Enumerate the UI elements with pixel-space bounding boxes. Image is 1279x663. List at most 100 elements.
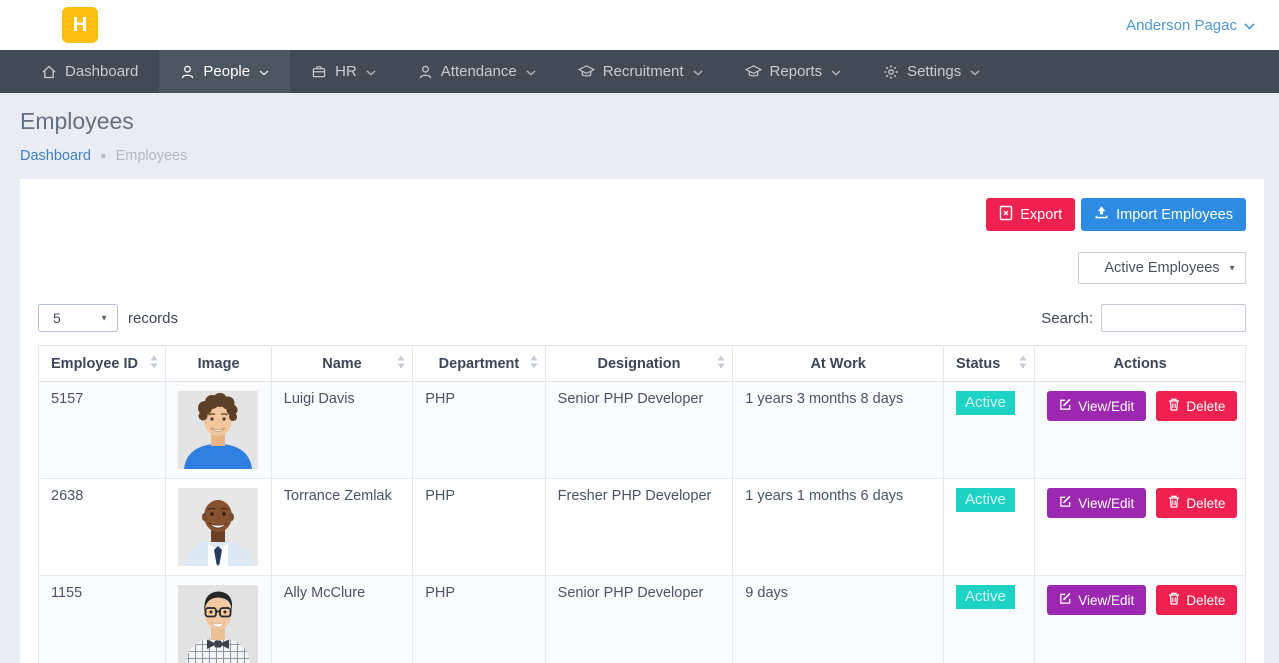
status-badge: Active: [956, 488, 1015, 512]
nav-item-reports[interactable]: Reports: [724, 50, 863, 93]
people-icon: [180, 64, 195, 80]
nav-item-dashboard[interactable]: Dashboard: [20, 50, 159, 93]
nav-item-attendance[interactable]: Attendance: [397, 50, 557, 93]
employee-actions-cell: View/Edit Delete: [1035, 479, 1246, 576]
employee-id-cell: 1155: [39, 576, 166, 663]
sort-icon: [1019, 355, 1027, 372]
chevron-down-icon: [258, 63, 269, 80]
nav-item-label: Dashboard: [65, 63, 138, 80]
reports-icon: [745, 64, 762, 79]
column-header-name[interactable]: Name: [271, 346, 412, 382]
column-header-department[interactable]: Department: [413, 346, 545, 382]
breadcrumb-separator: ●: [100, 150, 107, 162]
trash-icon: [1168, 592, 1180, 608]
employee-photo: [178, 488, 258, 566]
column-label: Status: [956, 356, 1000, 372]
view-edit-button[interactable]: View/Edit: [1047, 585, 1146, 615]
employee-designation-cell: Senior PHP Developer: [545, 382, 733, 479]
view-edit-button[interactable]: View/Edit: [1047, 488, 1146, 518]
view-edit-button[interactable]: View/Edit: [1047, 391, 1146, 421]
nav-item-hr[interactable]: HR: [290, 50, 397, 93]
employee-filter-select[interactable]: Active Employees ▼: [1078, 252, 1246, 284]
employee-designation-cell: Fresher PHP Developer: [545, 479, 733, 576]
topbar: H Anderson Pagac: [0, 0, 1279, 50]
chevron-down-icon: [830, 63, 841, 80]
employee-photo: [178, 585, 258, 663]
employee-department-cell: PHP: [413, 382, 545, 479]
employee-name-cell: Ally McClure: [271, 576, 412, 663]
nav-item-recruitment[interactable]: Recruitment: [557, 50, 724, 93]
briefcase-icon: [311, 64, 327, 79]
delete-button[interactable]: Delete: [1156, 391, 1237, 421]
edit-icon: [1059, 592, 1072, 608]
breadcrumb-dashboard-link[interactable]: Dashboard: [20, 148, 91, 164]
breadcrumb: Dashboard ● Employees: [20, 148, 1259, 164]
sort-icon: [530, 355, 538, 372]
search-input[interactable]: [1101, 304, 1246, 332]
column-header-status[interactable]: Status: [943, 346, 1034, 382]
filter-row: Active Employees ▼: [38, 252, 1246, 284]
status-badge: Active: [956, 391, 1015, 415]
chevron-down-icon: [1244, 17, 1255, 34]
status-badge: Active: [956, 585, 1015, 609]
employees-table: Employee ID Image Name Department Designatio…: [38, 345, 1246, 663]
table-row: 2638 Torrance Zemlak PHP Fresher PHP Dev…: [39, 479, 1246, 576]
breadcrumb-current: Employees: [116, 148, 188, 164]
nav-item-label: Reports: [770, 63, 823, 80]
edit-icon: [1059, 398, 1072, 414]
column-label: Name: [322, 356, 362, 372]
column-header-designation[interactable]: Designation: [545, 346, 733, 382]
export-button[interactable]: Export: [986, 198, 1075, 231]
page-title: Employees: [20, 108, 1259, 135]
employee-department-cell: PHP: [413, 576, 545, 663]
employee-image-cell: [166, 382, 271, 479]
employee-actions-cell: View/Edit Delete: [1035, 382, 1246, 479]
employee-atwork-cell: 1 years 3 months 8 days: [733, 382, 944, 479]
employee-atwork-cell: 1 years 1 months 6 days: [733, 479, 944, 576]
app-logo[interactable]: H: [62, 7, 98, 43]
column-header-image: Image: [166, 346, 271, 382]
employee-actions-cell: View/Edit Delete: [1035, 576, 1246, 663]
records-per-page-select[interactable]: 5 ▼: [38, 304, 118, 332]
employee-name-cell: Luigi Davis: [271, 382, 412, 479]
select-caret-icon: ▼: [100, 314, 108, 323]
settings-icon: [883, 64, 899, 80]
nav-item-label: Attendance: [441, 63, 517, 80]
employee-image-cell: [166, 576, 271, 663]
export-button-label: Export: [1020, 207, 1062, 223]
nav-item-label: HR: [335, 63, 357, 80]
employee-image-cell: [166, 479, 271, 576]
column-label: Department: [439, 356, 520, 372]
nav-item-label: Recruitment: [603, 63, 684, 80]
user-menu[interactable]: Anderson Pagac: [1126, 0, 1255, 50]
chevron-down-icon: [365, 63, 376, 80]
trash-icon: [1168, 398, 1180, 414]
chevron-down-icon: [692, 63, 703, 80]
table-row: 5157 Luigi Davis PHP Senior PHP Develope…: [39, 382, 1246, 479]
employee-id-cell: 2638: [39, 479, 166, 576]
trash-icon: [1168, 495, 1180, 511]
excel-file-icon: [999, 205, 1013, 225]
column-label: At Work: [810, 356, 865, 372]
upload-icon: [1094, 205, 1109, 224]
column-header-employee-id[interactable]: Employee ID: [39, 346, 166, 382]
employee-status-cell: Active: [943, 382, 1034, 479]
employee-department-cell: PHP: [413, 479, 545, 576]
sort-icon: [150, 355, 158, 372]
column-header-at-work: At Work: [733, 346, 944, 382]
import-button-label: Import Employees: [1116, 207, 1233, 223]
employee-status-cell: Active: [943, 479, 1034, 576]
chevron-down-icon: [525, 63, 536, 80]
import-employees-button[interactable]: Import Employees: [1081, 198, 1246, 231]
column-label: Image: [198, 356, 240, 372]
nav-item-people[interactable]: People: [159, 50, 290, 93]
column-header-actions: Actions: [1035, 346, 1246, 382]
nav-item-settings[interactable]: Settings: [862, 50, 1001, 93]
select-caret-icon: ▼: [1228, 264, 1236, 273]
delete-button[interactable]: Delete: [1156, 488, 1237, 518]
home-icon: [41, 64, 57, 80]
delete-button[interactable]: Delete: [1156, 585, 1237, 615]
page-head: Employees Dashboard ● Employees: [0, 93, 1279, 179]
employee-photo: [178, 391, 258, 469]
attendance-icon: [418, 64, 433, 80]
